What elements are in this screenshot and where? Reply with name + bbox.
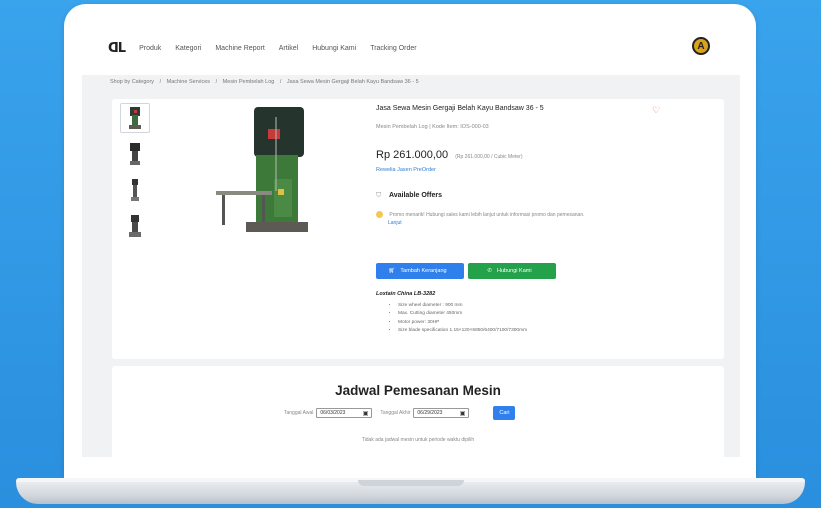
- contact-button-label: Hubungi Kami: [497, 268, 532, 274]
- thumbnail-list: [120, 103, 156, 247]
- breadcrumb-separator: /: [159, 79, 162, 85]
- schedule-empty-text: Tidak ada jadwal mesin untuk periode wak…: [361, 437, 475, 443]
- top-navbar: ᗡL Produk Kategori Machine Report Artike…: [82, 21, 740, 75]
- nav-produk[interactable]: Produk: [139, 45, 161, 52]
- breadcrumb-machine-services[interactable]: Machine Services: [167, 79, 210, 85]
- cart-icon: 🛒︎: [388, 268, 396, 274]
- heart-icon[interactable]: ♡: [652, 105, 660, 116]
- browser-screen: ᗡL Produk Kategori Machine Report Artike…: [82, 21, 740, 457]
- breadcrumb-mesin-pembelah-log[interactable]: Mesin Pembelah Log: [223, 79, 275, 85]
- end-date-label: Tanggal Akhir: [380, 410, 411, 416]
- info-icon: [376, 211, 383, 219]
- contact-button[interactable]: ✆ Hubungi Kami: [468, 263, 556, 279]
- breadcrumb-shop-by-category[interactable]: Shop by Category: [110, 79, 154, 85]
- thumbnail-3[interactable]: [120, 175, 150, 205]
- schedule-card: Jadwal Pemesanan Mesin Tanggal Awal 06/0…: [112, 366, 724, 457]
- nav-artikel[interactable]: Artikel: [279, 45, 298, 52]
- start-date-label: Tanggal Awal: [284, 410, 314, 416]
- add-to-cart-button[interactable]: 🛒︎ Tambah Keranjang: [376, 263, 464, 279]
- product-card: Jasa Sewa Mesin Gergaji Belah Kayu Bands…: [112, 99, 724, 359]
- search-button[interactable]: Cari: [493, 406, 516, 420]
- product-title: Jasa Sewa Mesin Gergaji Belah Kayu Bands…: [376, 105, 544, 112]
- start-date-value: 06/03/2023: [320, 410, 346, 416]
- product-price: Rp 261.000,00 (Rp 261.000,00 / Cubic Met…: [376, 149, 523, 161]
- tag-icon: ⛉: [376, 192, 382, 199]
- available-offers: ⛉ Available Offers: [376, 192, 442, 200]
- site-logo[interactable]: ᗡL: [108, 41, 126, 56]
- spec-item: Size blade specification 1.15×120×6850/6…: [398, 327, 527, 335]
- spec-item: Size wheel diameter : 900 mm: [398, 302, 527, 310]
- promo-text: Promo menarik! Hubungi sales kami lebih …: [389, 212, 585, 218]
- promo-link[interactable]: Lanjut: [376, 219, 676, 227]
- breadcrumb-separator: /: [215, 79, 218, 85]
- spec-title: Loxtain China LB-3282: [376, 291, 436, 297]
- product-subinfo: Mesin Pembelah Log | Kode Item: IOS-000-…: [376, 124, 489, 130]
- offers-title: Available Offers: [388, 192, 442, 199]
- nav-tracking-order[interactable]: Tracking Order: [370, 45, 416, 52]
- end-date-value: 06/29/2023: [417, 410, 443, 416]
- nav-hubungi-kami[interactable]: Hubungi Kami: [312, 45, 356, 52]
- promo-block: Promo menarik! Hubungi sales kami lebih …: [376, 211, 676, 227]
- whatsapp-icon: ✆: [487, 268, 493, 274]
- user-avatar[interactable]: A: [692, 37, 710, 55]
- thumbnail-2[interactable]: [120, 139, 150, 169]
- cart-button-label: Tambah Keranjang: [400, 268, 447, 274]
- thumbnail-1[interactable]: [120, 103, 150, 133]
- price-value: Rp 261.000,00: [376, 149, 449, 161]
- breadcrumb-current-product: Jasa Sewa Mesin Gergaji Belah Kayu Bands…: [286, 79, 419, 85]
- schedule-form: Tanggal Awal 06/03/2023 ▣ Tanggal Akhir …: [284, 406, 516, 420]
- spec-item: Motor power: 30HP: [398, 319, 527, 327]
- spec-list: Size wheel diameter : 900 mm Max. Cuttin…: [398, 302, 527, 335]
- breadcrumb-separator: /: [279, 79, 282, 85]
- spec-item: Max. Cutting diameter 450mm: [398, 310, 527, 318]
- price-note: (Rp 261.000,00 / Cubic Meter): [455, 154, 523, 160]
- nav-machine-report[interactable]: Machine Report: [215, 45, 264, 52]
- calendar-icon: ▣: [362, 410, 369, 417]
- breadcrumb: Shop by Category / Machine Services / Me…: [110, 79, 423, 85]
- thumbnail-4[interactable]: [120, 211, 150, 241]
- product-main-image: [216, 107, 316, 237]
- calendar-icon: ▣: [459, 410, 466, 417]
- nav-kategori[interactable]: Kategori: [175, 45, 201, 52]
- end-date-input[interactable]: 06/29/2023 ▣: [413, 408, 470, 418]
- laptop-notch: [358, 480, 464, 486]
- schedule-title: Jadwal Pemesanan Mesin: [335, 383, 501, 398]
- preorder-link[interactable]: Rewelia Jasen PreOrder: [376, 167, 436, 173]
- start-date-input[interactable]: 06/03/2023 ▣: [316, 408, 373, 418]
